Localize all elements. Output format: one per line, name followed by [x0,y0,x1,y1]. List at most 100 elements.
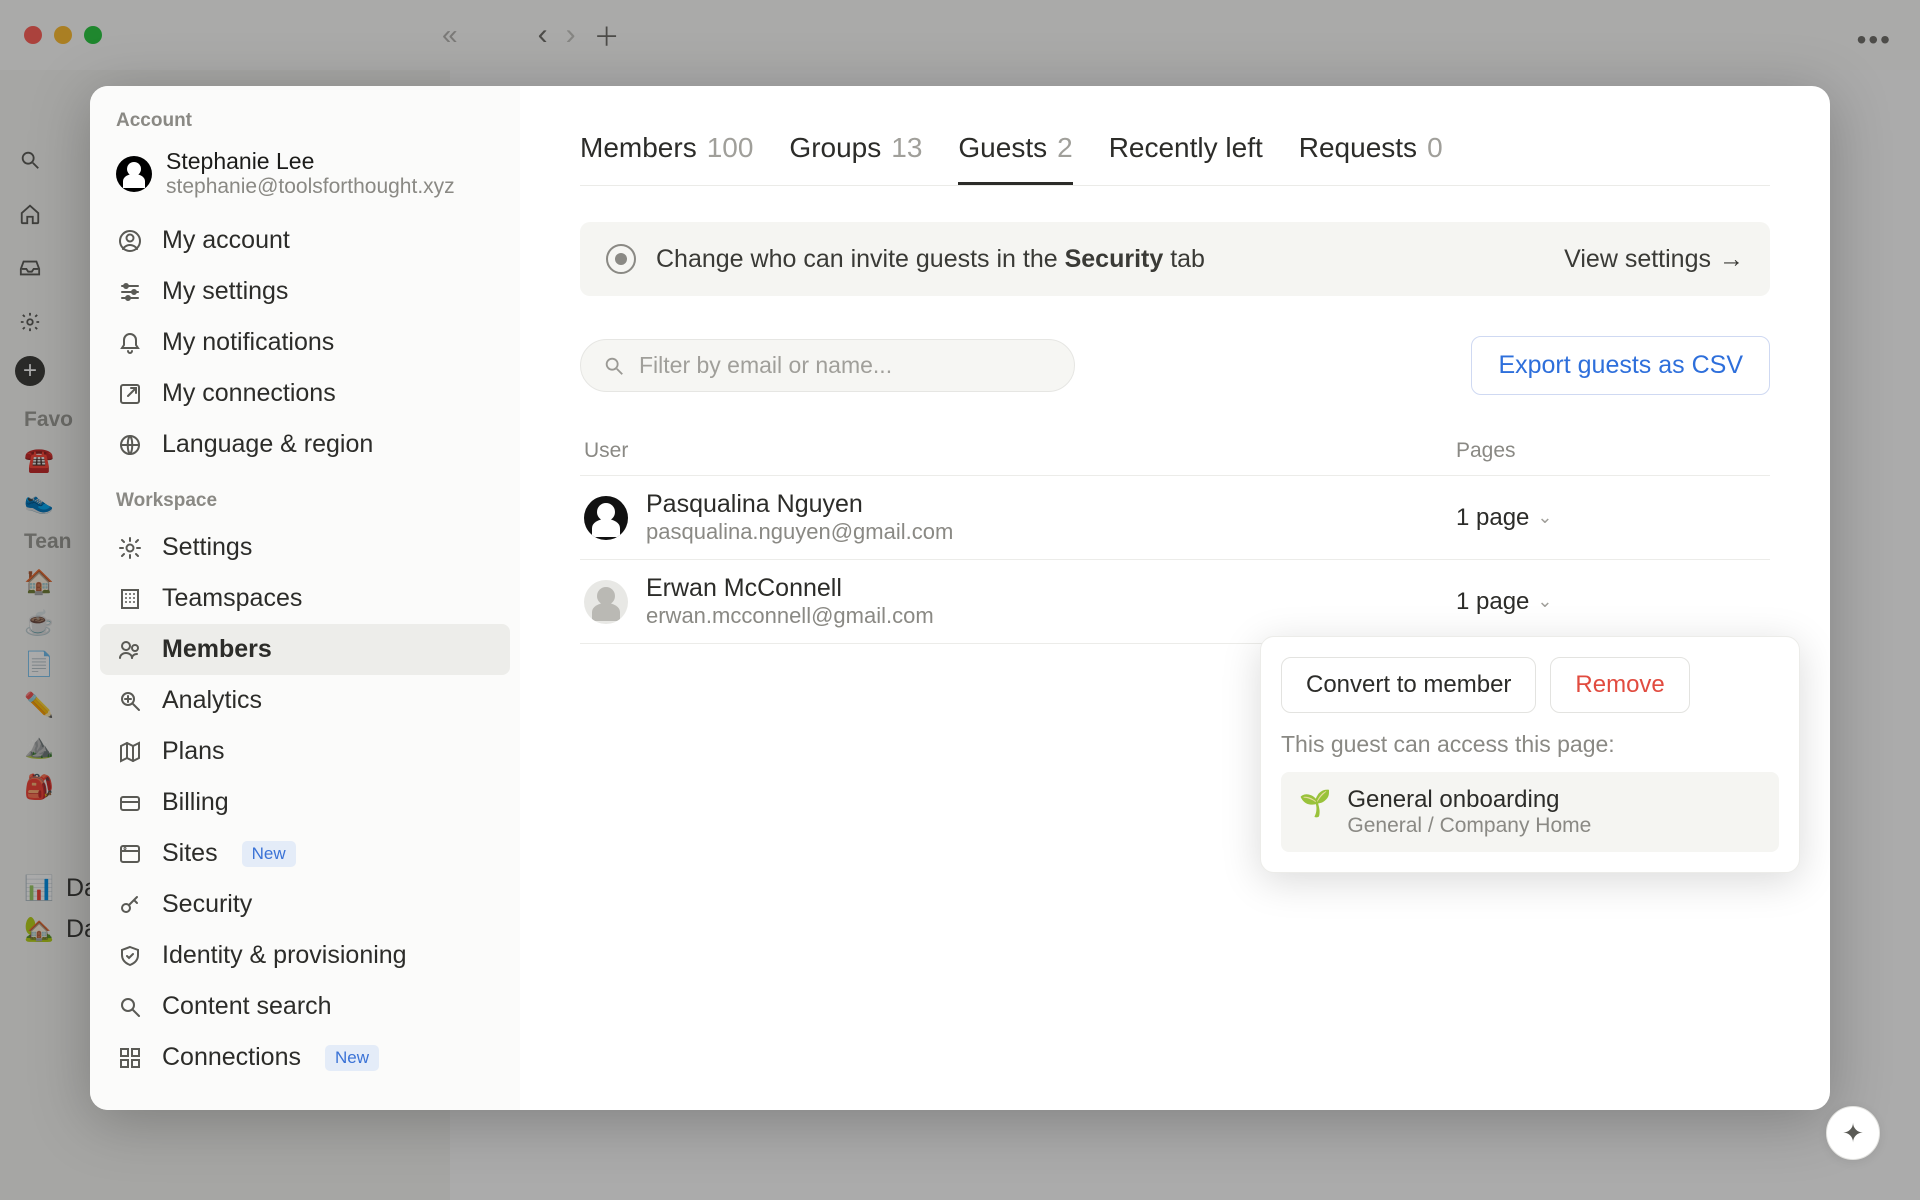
sparkle-icon: ✦ [1842,1118,1864,1149]
page-breadcrumb: General / Company Home [1347,814,1591,838]
sidebar-item-language-region[interactable]: Language & region [100,419,510,470]
guest-pages[interactable]: 1 page ⌄ [1456,588,1766,616]
gear-icon [116,534,144,562]
settings-modal: Account Stephanie Lee stephanie@toolsfor… [90,86,1830,1110]
sidebar-item-label: Security [162,890,252,919]
section-workspace-label: Workspace [100,486,510,522]
search-plus-icon [116,687,144,715]
tab-count: 2 [1057,132,1073,164]
new-badge: New [325,1045,379,1071]
guest-name: Pasqualina Nguyen [646,490,1456,519]
tab-label: Groups [789,132,881,167]
remove-guest-button[interactable]: Remove [1550,657,1689,713]
tab-label: Recently left [1109,132,1263,167]
sidebar-item-label: Settings [162,533,252,562]
ai-fab-button[interactable]: ✦ [1826,1106,1880,1160]
sidebar-item-label: Analytics [162,686,262,715]
map-icon [116,738,144,766]
sidebar-item-label: Members [162,635,272,664]
new-badge: New [242,841,296,867]
guest-row[interactable]: Erwan McConnellerwan.mcconnell@gmail.com… [580,560,1770,644]
search-icon [116,993,144,1021]
guests-toolbar: Export guests as CSV [580,336,1770,395]
grid-icon [116,1044,144,1072]
sidebar-item-identity-provisioning[interactable]: Identity & provisioning [100,930,510,981]
notice-text: Change who can invite guests in the Secu… [656,245,1205,274]
guest-popover: Convert to member Remove This guest can … [1260,636,1800,873]
sidebar-item-my-notifications[interactable]: My notifications [100,317,510,368]
search-box[interactable] [580,339,1075,392]
sidebar-item-label: Teamspaces [162,584,302,613]
tab-label: Guests [958,132,1047,164]
accessible-page[interactable]: 🌱 General onboarding General / Company H… [1281,772,1779,852]
tab-recently-left[interactable]: Recently left [1109,132,1263,185]
users-icon [116,636,144,664]
sidebar-item-my-settings[interactable]: My settings [100,266,510,317]
sidebar-item-label: Identity & provisioning [162,941,407,970]
sidebar-item-label: My notifications [162,328,334,357]
tab-count: 100 [707,132,754,167]
sidebar-item-teamspaces[interactable]: Teamspaces [100,573,510,624]
sidebar-item-analytics[interactable]: Analytics [100,675,510,726]
browser-icon [116,840,144,868]
sidebar-item-security[interactable]: Security [100,879,510,930]
table-header: User Pages [580,439,1770,476]
convert-to-member-button[interactable]: Convert to member [1281,657,1536,713]
tab-requests[interactable]: Requests0 [1299,132,1443,185]
sidebar-item-label: Sites [162,839,218,868]
page-title: General onboarding [1347,786,1591,814]
tab-count: 13 [891,132,922,167]
sidebar-item-label: My settings [162,277,288,306]
chevron-down-icon: ⌄ [1537,591,1552,612]
sidebar-item-plans[interactable]: Plans [100,726,510,777]
section-account-label: Account [100,106,510,142]
arrow-out-icon [116,380,144,408]
chevron-down-icon: ⌄ [1537,507,1552,528]
tab-groups[interactable]: Groups 13 [789,132,922,185]
col-user: User [584,439,1456,463]
guest-row[interactable]: Pasqualina Nguyenpasqualina.nguyen@gmail… [580,476,1770,560]
seedling-icon: 🌱 [1299,788,1331,819]
sidebar-item-my-account[interactable]: My account [100,215,510,266]
view-settings-link[interactable]: View settings → [1564,245,1744,274]
export-csv-button[interactable]: Export guests as CSV [1471,336,1770,395]
tab-members[interactable]: Members 100 [580,132,753,185]
guest-pages[interactable]: 1 page ⌄ [1456,504,1766,532]
settings-sidebar: Account Stephanie Lee stephanie@toolsfor… [90,86,520,1110]
avatar [584,496,628,540]
card-icon [116,789,144,817]
settings-main: Members 100 Groups 13 Guests 2 Recently left Re… [520,86,1830,1110]
sidebar-item-content-search[interactable]: Content search [100,981,510,1032]
guest-email: erwan.mcconnell@gmail.com [646,603,1456,629]
guest-name: Erwan McConnell [646,574,1456,603]
profile-block[interactable]: Stephanie Lee stephanie@toolsforthought.… [100,142,510,215]
sidebar-item-label: Connections [162,1043,301,1072]
popover-actions: Convert to member Remove [1281,657,1779,713]
avatar [116,156,152,192]
sliders-icon [116,278,144,306]
col-pages: Pages [1456,439,1766,463]
guest-email: pasqualina.nguyen@gmail.com [646,519,1456,545]
sidebar-item-connections[interactable]: Connections New [100,1032,510,1083]
profile-email: stephanie@toolsforthought.xyz [166,175,455,199]
sidebar-item-label: Billing [162,788,229,817]
sidebar-item-members[interactable]: Members [100,624,510,675]
sidebar-item-my-connections[interactable]: My connections [100,368,510,419]
sidebar-item-label: My account [162,226,290,255]
app-root: ACME + Favo ☎️ 👟 Tean 🏠 ☕ 📄 ✏️ ⛰️ 🎒 📊Dat… [0,0,1920,1200]
user-circle-icon [116,227,144,255]
avatar [584,580,628,624]
sidebar-item-billing[interactable]: Billing [100,777,510,828]
tab-guests[interactable]: Guests 2 [958,132,1072,185]
bell-icon [116,329,144,357]
user-circle-icon [606,244,636,274]
search-input[interactable] [639,352,1052,379]
sidebar-item-label: My connections [162,379,336,408]
sidebar-item-sites[interactable]: Sites New [100,828,510,879]
tab-label: Members [580,132,697,167]
profile-name: Stephanie Lee [166,148,455,175]
sidebar-item-settings[interactable]: Settings [100,522,510,573]
key-icon [116,891,144,919]
search-icon [603,355,625,377]
tab-count: 0 [1427,132,1443,167]
